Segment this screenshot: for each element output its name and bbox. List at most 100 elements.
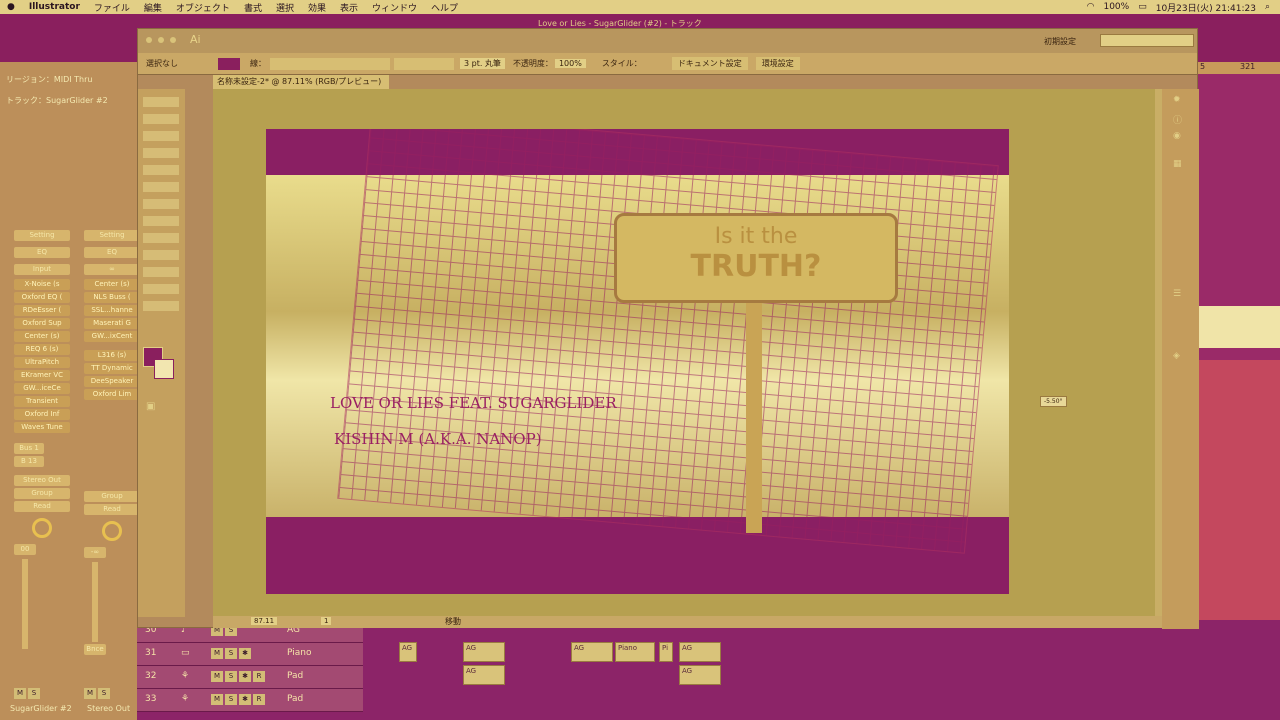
artboard-canvas[interactable]: Is it the TRUTH? LOVE OR LIES FEAT. SUGA… [213,89,1162,617]
stroke-weight-field[interactable] [270,57,390,70]
automation-mode[interactable]: Read [84,504,140,515]
channel-name[interactable]: SugarGlider #2 [10,704,72,713]
midi-region[interactable]: AG [679,665,721,685]
screen-mode-icon[interactable]: ▣ [146,401,155,412]
group-slot[interactable]: Group [14,488,70,499]
plugin-slot[interactable]: Oxford Lim [84,389,140,400]
plugin-slot[interactable]: Oxford Sup [14,318,70,329]
menu-object[interactable]: オブジェクト [169,1,237,14]
plugin-slot[interactable]: GW...ixCent [84,331,140,342]
menu-type[interactable]: 書式 [237,1,269,14]
midi-region[interactable]: Pi [659,642,673,662]
menu-edit[interactable]: 編集 [137,1,169,14]
plugin-slot[interactable]: DeeSpeaker [84,376,140,387]
send-slot[interactable]: Bus 1 [14,443,44,454]
region-block[interactable] [1198,306,1280,348]
info-icon[interactable]: ⓘ [1173,113,1182,126]
group-slot[interactable]: Group [84,491,140,502]
track-row[interactable]: 32 ⚘ M S ✱ R Pad [137,666,363,689]
plugin-slot[interactable]: Maserati G [84,318,140,329]
preferences-button[interactable]: 環境設定 [755,57,800,70]
link-button[interactable]: ∞ [84,264,140,275]
track-row[interactable]: 31 ▭ M S ✱ Piano [137,643,363,666]
close-icon[interactable] [146,37,152,43]
opacity-field[interactable]: 100% [554,59,586,68]
search-input[interactable] [1100,34,1194,47]
record-button[interactable]: R [253,694,265,705]
midi-region[interactable]: AG [571,642,613,662]
plugin-slot[interactable]: Oxford EQ ( [14,292,70,303]
midi-region[interactable]: AG [463,642,505,662]
plugin-slot[interactable]: EKramer VC [14,370,70,381]
volume-fader[interactable] [22,559,28,649]
envelope-mesh-grid[interactable] [337,129,999,554]
mute-button[interactable]: M [84,688,96,699]
artboard[interactable]: Is it the TRUTH? LOVE OR LIES FEAT. SUGA… [266,129,1009,594]
plugin-slot[interactable]: Transient [14,396,70,407]
output-slot[interactable]: Stereo Out [14,475,70,486]
midi-region[interactable]: Piano [615,642,655,662]
mute-button[interactable]: M [211,694,223,705]
apple-icon[interactable]: ● [0,2,22,12]
plugin-slot[interactable]: RDeEsser ( [14,305,70,316]
freeze-icon[interactable]: ✱ [239,671,251,682]
document-tab[interactable]: 名称未設定-2* @ 87.11% (RGB/プレビュー) [213,75,389,89]
stroke-swatch[interactable] [154,359,174,379]
eq-button[interactable]: EQ [14,247,70,258]
record-button[interactable]: R [253,671,265,682]
search-icon[interactable]: ⌕ [1265,2,1270,12]
eq-button[interactable]: EQ [84,247,140,258]
plugin-slot[interactable]: Waves Tune [14,422,70,433]
layers-icon[interactable]: ◈ [1173,351,1180,361]
song-title-text[interactable]: LOVE OR LIES FEAT. SUGARGLIDER [330,394,617,412]
plugin-slot[interactable]: SSL...hanne [84,305,140,316]
track-name[interactable]: Pad [287,671,303,681]
send-slot[interactable]: B 13 [14,456,44,467]
mute-button[interactable]: M [211,671,223,682]
bounce-button[interactable]: Bnce [84,644,106,655]
solo-button[interactable]: S [28,688,40,699]
midi-region[interactable]: AG [463,665,505,685]
menu-effect[interactable]: 効果 [301,1,333,14]
battery-icon[interactable]: ▭ [1138,2,1147,12]
plugin-slot[interactable]: L316 (s) [84,350,140,361]
track-row[interactable]: 33 ⚘ M S ✱ R Pad [137,689,363,712]
color-icon[interactable]: ◉ [1173,131,1181,141]
freeze-icon[interactable]: ✱ [239,694,251,705]
mute-button[interactable]: M [14,688,26,699]
automation-mode[interactable]: Read [14,501,70,512]
artist-text[interactable]: KISHIN M (A.K.A. NANOP) [334,430,542,448]
clock[interactable]: 10月23日(火) 21:41:23 [1156,1,1256,14]
midi-region[interactable]: AG [679,642,721,662]
solo-button[interactable]: S [225,648,237,659]
solo-button[interactable]: S [98,688,110,699]
zoom-field[interactable]: 87.11 [251,617,278,625]
plugin-slot[interactable]: NLS Buss ( [84,292,140,303]
menu-file[interactable]: ファイル [87,1,137,14]
swatches-icon[interactable]: ▦ [1173,159,1182,169]
variable-width-dropdown[interactable] [394,57,454,70]
vertical-scrollbar[interactable] [1155,89,1162,617]
track-label[interactable]: トラック：SugarGlider #2 [6,95,108,106]
mute-button[interactable]: M [211,648,223,659]
plugin-slot[interactable]: GW...iceCe [14,383,70,394]
plugin-slot[interactable]: Oxford Inf [14,409,70,420]
plugin-slot[interactable]: REQ 6 (s) [14,344,70,355]
region-label[interactable]: リージョン：MIDI Thru [6,74,92,85]
menu-view[interactable]: 表示 [333,1,365,14]
wifi-icon[interactable]: ◠ [1087,2,1095,12]
sun-icon[interactable]: ✹ [1173,95,1181,105]
track-name[interactable]: Piano [287,648,311,658]
menu-help[interactable]: ヘルプ [424,1,465,14]
plugin-slot[interactable]: Center (s) [14,331,70,342]
plugin-slot[interactable]: TT Dynamic [84,363,140,374]
freeze-icon[interactable]: ✱ [239,648,251,659]
volume-fader[interactable] [92,562,98,642]
workspace-switcher[interactable]: 初期設定 [1044,36,1076,47]
zoom-icon[interactable] [170,37,176,43]
solo-button[interactable]: S [225,694,237,705]
page-field[interactable]: 1 [321,617,332,625]
setting-button[interactable]: Setting [84,230,140,241]
input-button[interactable]: Input [14,264,70,275]
plugin-slot[interactable]: Center (s) [84,279,140,290]
